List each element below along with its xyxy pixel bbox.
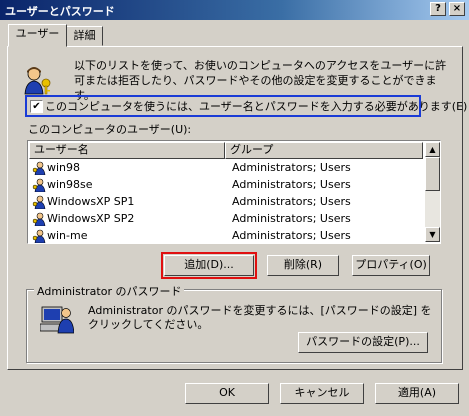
user-icon bbox=[32, 229, 46, 243]
table-row[interactable]: win98 Administrators; Users bbox=[30, 160, 425, 177]
cancel-button[interactable]: キャンセル bbox=[280, 383, 364, 404]
user-name: win98se bbox=[47, 178, 93, 191]
user-group: Administrators; Users bbox=[232, 178, 351, 191]
window-title: ユーザーとパスワード bbox=[5, 5, 115, 18]
scroll-thumb[interactable] bbox=[425, 157, 440, 191]
title-bar: ユーザーとパスワード ? × bbox=[0, 0, 469, 20]
table-row[interactable]: WindowsXP SP1 Administrators; Users bbox=[30, 194, 425, 211]
scroll-down-button[interactable]: ▼ bbox=[425, 227, 440, 242]
users-list-scrollbar[interactable]: ▲ ▼ bbox=[425, 142, 440, 242]
user-group: Administrators; Users bbox=[232, 229, 351, 242]
users-keys-icon bbox=[24, 67, 51, 95]
user-name: win-me bbox=[47, 229, 88, 242]
users-list[interactable]: ユーザー名 グループ win98 Administrators; Users w… bbox=[27, 140, 441, 244]
user-group: Administrators; Users bbox=[232, 195, 351, 208]
require-login-label[interactable]: このコンピュータを使うには、ユーザー名とパスワードを入力する必要があります(E) bbox=[45, 99, 467, 114]
user-icon bbox=[32, 161, 46, 175]
ok-button[interactable]: OK bbox=[185, 383, 269, 404]
computer-user-icon bbox=[40, 306, 74, 334]
user-name: WindowsXP SP1 bbox=[47, 195, 135, 208]
password-group-title: Administrator のパスワード bbox=[34, 283, 185, 299]
column-header-username[interactable]: ユーザー名 bbox=[29, 142, 225, 159]
scroll-up-button[interactable]: ▲ bbox=[425, 142, 440, 157]
remove-user-button[interactable]: 削除(R) bbox=[267, 255, 339, 276]
tab-users[interactable]: ユーザー bbox=[8, 24, 67, 47]
close-button[interactable]: × bbox=[449, 2, 465, 16]
set-password-button[interactable]: パスワードの設定(P)... bbox=[298, 332, 428, 353]
user-name: win98 bbox=[47, 161, 81, 174]
properties-button[interactable]: プロパティ(O) bbox=[352, 255, 430, 276]
column-header-group[interactable]: グループ bbox=[225, 142, 423, 159]
table-row[interactable]: WindowsXP SP2 Administrators; Users bbox=[30, 211, 425, 228]
add-user-button[interactable]: 追加(D)... bbox=[161, 252, 257, 279]
table-row[interactable]: win-me Administrators; Users bbox=[30, 228, 425, 243]
help-button[interactable]: ? bbox=[430, 2, 446, 16]
user-icon bbox=[32, 195, 46, 209]
password-instructions: Administrator のパスワードを変更するには、[パスワードの設定] を… bbox=[88, 304, 432, 331]
tab-advanced[interactable]: 詳細 bbox=[66, 26, 103, 46]
table-row[interactable]: win98se Administrators; Users bbox=[30, 177, 425, 194]
user-group: Administrators; Users bbox=[232, 212, 351, 225]
require-login-row[interactable]: ✔ このコンピュータを使うには、ユーザー名とパスワードを入力する必要があります(… bbox=[25, 95, 467, 117]
user-icon bbox=[32, 212, 46, 226]
apply-button[interactable]: 適用(A) bbox=[375, 383, 459, 404]
user-icon bbox=[32, 178, 46, 192]
user-name: WindowsXP SP2 bbox=[47, 212, 135, 225]
user-group: Administrators; Users bbox=[232, 161, 351, 174]
require-login-checkbox[interactable]: ✔ bbox=[30, 100, 43, 113]
users-list-label: このコンピュータのユーザー(U): bbox=[28, 123, 192, 136]
